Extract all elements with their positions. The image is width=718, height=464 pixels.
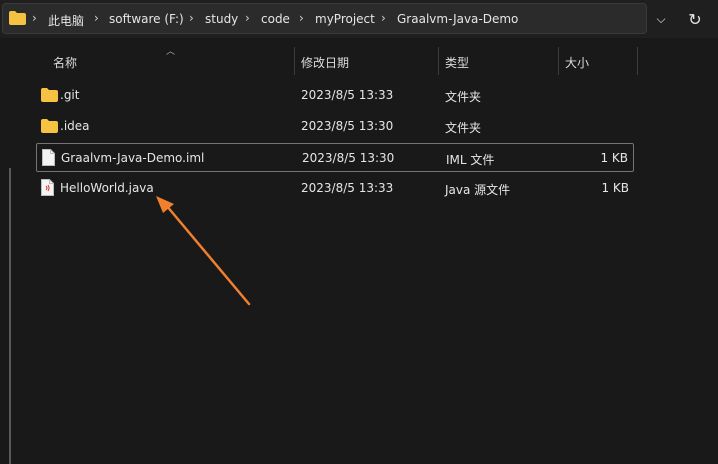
file-type: IML 文件 (446, 153, 495, 167)
file-row-idea[interactable]: .idea 2023/8/5 13:30 文件夹 (36, 112, 634, 141)
file-date: 2023/8/5 13:30 (301, 119, 394, 133)
breadcrumb-item-project[interactable]: myProject (315, 12, 375, 26)
column-header-date[interactable]: 修改日期 (301, 54, 349, 71)
chevron-right-icon: › (94, 11, 99, 25)
file-date: 2023/8/5 13:30 (302, 151, 395, 165)
breadcrumb-item-drive[interactable]: software (F:) (109, 12, 184, 26)
folder-icon (41, 88, 58, 102)
column-divider[interactable] (294, 47, 295, 75)
file-row-java[interactable]: HelloWorld.java 2023/8/5 13:33 Java 源文件 … (36, 174, 634, 203)
file-size: 1 KB (600, 151, 628, 165)
chevron-right-icon: › (32, 11, 37, 25)
file-size: 1 KB (601, 181, 629, 195)
navigation-pane (0, 38, 24, 464)
column-divider[interactable] (637, 47, 638, 75)
breadcrumb-item-study[interactable]: study (205, 12, 238, 26)
chevron-right-icon: › (245, 11, 250, 25)
refresh-button[interactable]: ↻ (682, 6, 708, 32)
column-header-type[interactable]: 类型 (445, 54, 469, 71)
navigation-scrollbar[interactable] (9, 168, 11, 464)
breadcrumb-item-code[interactable]: code (261, 12, 290, 26)
file-date: 2023/8/5 13:33 (301, 181, 394, 195)
address-bar: › 此电脑 › software (F:) › study › code › m… (0, 0, 718, 38)
folder-icon (9, 11, 26, 25)
history-dropdown-button[interactable]: ⌵ (648, 6, 674, 32)
file-type: 文件夹 (445, 121, 482, 135)
chevron-right-icon: › (299, 11, 304, 25)
file-row-iml[interactable]: Graalvm-Java-Demo.iml 2023/8/5 13:30 IML… (36, 143, 634, 172)
file-name: HelloWorld.java (60, 181, 154, 195)
column-divider[interactable] (558, 47, 559, 75)
file-name: Graalvm-Java-Demo.iml (61, 151, 205, 165)
chevron-right-icon: › (381, 11, 386, 25)
column-header-name[interactable]: 名称 (53, 54, 77, 71)
file-row-git[interactable]: .git 2023/8/5 13:33 文件夹 (36, 81, 634, 110)
file-name: .git (60, 88, 80, 102)
chevron-right-icon: › (189, 11, 194, 25)
file-date: 2023/8/5 13:33 (301, 88, 394, 102)
java-file-icon (41, 179, 54, 196)
column-divider[interactable] (438, 47, 439, 75)
annotation-arrow-shaft (164, 203, 251, 306)
breadcrumb-item-current[interactable]: Graalvm-Java-Demo (397, 12, 518, 26)
annotation-arrow (156, 196, 251, 306)
file-type: 文件夹 (445, 90, 482, 104)
chevron-down-icon: ⌵ (656, 11, 666, 26)
breadcrumb-item-this-pc[interactable]: 此电脑 (48, 12, 84, 29)
folder-icon (41, 119, 58, 133)
column-header-size[interactable]: 大小 (565, 54, 589, 71)
file-type: Java 源文件 (445, 183, 511, 197)
sort-ascending-icon: ︿ (166, 47, 176, 57)
refresh-icon: ↻ (688, 9, 702, 29)
file-icon (42, 149, 55, 166)
file-name: .idea (60, 119, 90, 133)
